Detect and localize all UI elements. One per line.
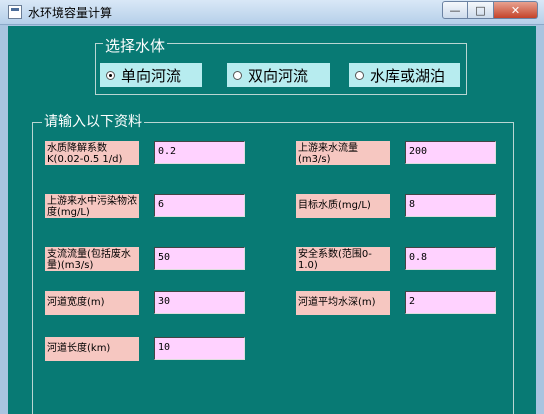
radio-bidirectional-river[interactable]: 双向河流 — [227, 63, 330, 87]
river-width-label: 河道宽度(m) — [45, 291, 139, 315]
target-quality-input[interactable]: 8 — [405, 194, 496, 217]
river-depth-input[interactable]: 2 — [405, 291, 496, 314]
radio-unchecked-icon — [355, 70, 364, 80]
radio-reservoir-lake[interactable]: 水库或湖泊 — [349, 63, 460, 87]
maximize-button[interactable]: □ — [468, 1, 494, 19]
close-button[interactable]: ✕ — [494, 1, 538, 19]
app-window: 水环境容量计算 — □ ✕ 选择水体 单向河流 双向河流 水库或湖泊 请输入以下… — [0, 0, 544, 414]
minimize-button[interactable]: — — [442, 1, 468, 19]
upstream-flow-input[interactable]: 200 — [405, 141, 496, 164]
radio-single-river-label: 单向河流 — [121, 66, 182, 85]
river-length-label: 河道长度(km) — [45, 337, 139, 361]
degradation-coefficient-input[interactable]: 0.2 — [154, 141, 245, 164]
radio-unchecked-icon — [233, 70, 242, 80]
radio-checked-icon — [106, 70, 115, 80]
safety-factor-input[interactable]: 0.8 — [405, 247, 496, 270]
tributary-flow-input[interactable]: 50 — [154, 247, 245, 270]
upstream-concentration-label: 上游来水中污染物浓度(mg/L) — [45, 194, 139, 218]
target-quality-label: 目标水质(mg/L) — [296, 194, 390, 218]
tributary-flow-label: 支流流量(包括废水量)(m3/s) — [45, 247, 139, 271]
river-depth-label: 河道平均水深(m) — [296, 291, 390, 315]
radio-reservoir-lake-label: 水库或湖泊 — [370, 66, 446, 85]
client-area: 选择水体 单向河流 双向河流 水库或湖泊 请输入以下资料 水质降解系数K(0.0… — [8, 26, 536, 414]
radio-single-river[interactable]: 单向河流 — [100, 63, 202, 87]
app-icon — [8, 5, 22, 19]
radio-bidirectional-river-label: 双向河流 — [248, 66, 309, 85]
input-data-legend: 请输入以下资料 — [42, 111, 144, 131]
upstream-flow-label: 上游来水流量(m3/s) — [296, 141, 390, 165]
title-bar: 水环境容量计算 — □ ✕ — [0, 0, 544, 25]
window-controls: — □ ✕ — [442, 1, 538, 19]
river-type-legend: 选择水体 — [103, 35, 168, 56]
window-title: 水环境容量计算 — [28, 6, 113, 20]
river-length-input[interactable]: 10 — [154, 337, 245, 360]
safety-factor-label: 安全系数(范围0-1.0) — [296, 247, 390, 271]
degradation-coefficient-label: 水质降解系数K(0.02-0.5 1/d) — [45, 141, 139, 165]
upstream-concentration-input[interactable]: 6 — [154, 194, 245, 217]
river-width-input[interactable]: 30 — [154, 291, 245, 314]
